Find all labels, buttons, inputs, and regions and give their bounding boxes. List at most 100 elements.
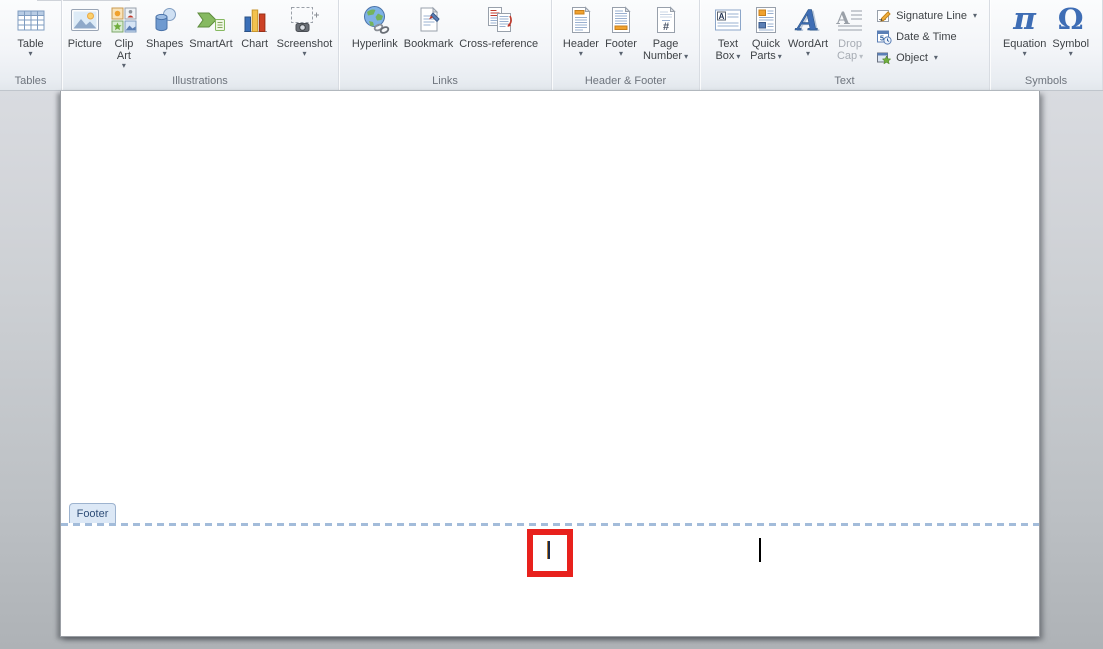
bookmark-button[interactable]: Bookmark xyxy=(401,2,457,50)
ribbon-group-links: Hyperlink Bookmark xyxy=(339,0,552,90)
dropdown-arrow-icon: ▾ xyxy=(619,50,623,59)
signature-line-icon xyxy=(876,8,892,24)
hash-glyph: # xyxy=(662,21,668,33)
clip-art-button[interactable]: Clip Art ▾ xyxy=(105,2,143,71)
symbol-button[interactable]: Ω Symbol ▾ xyxy=(1049,2,1092,59)
footer-boundary-dashed-line xyxy=(61,523,1039,526)
wordart-button[interactable]: A A WordArt ▾ xyxy=(785,2,831,59)
ribbon-group-text: A Text Box▾ Quick Parts▾ xyxy=(700,0,990,90)
word-insert-ribbon-screen: Table ▾ Tables Picture xyxy=(0,0,1103,649)
object-icon xyxy=(876,50,892,66)
dropdown-arrow-icon: ▾ xyxy=(973,11,977,20)
illustrations-group-label: Illustrations xyxy=(62,75,338,87)
shapes-icon xyxy=(149,4,181,36)
signature-line-button[interactable]: Signature Line ▾ xyxy=(873,5,980,26)
dropdown-arrow-icon: ▾ xyxy=(1023,50,1027,59)
drop-cap-label-2: Cap xyxy=(837,50,857,62)
dropdown-arrow-icon: ▾ xyxy=(28,50,32,59)
date-time-label: Date & Time xyxy=(896,31,957,43)
ribbon-group-header-footer: Header ▾ Footer ▾ xyxy=(552,0,700,90)
text-group-label: Text xyxy=(700,75,989,87)
symbols-group-label: Symbols xyxy=(990,75,1102,87)
footer-section-tab: Footer xyxy=(69,503,116,523)
cross-reference-button[interactable]: Cross-reference xyxy=(456,2,541,50)
date-time-icon: 5 xyxy=(876,29,892,45)
hyperlink-button[interactable]: Hyperlink xyxy=(349,2,401,50)
dropdown-arrow-icon: ▾ xyxy=(806,50,810,59)
dropdown-arrow-icon: ▾ xyxy=(736,52,740,61)
dropdown-arrow-icon: ▾ xyxy=(163,50,167,59)
textbox-letter-glyph: A xyxy=(719,12,725,21)
equation-pi-icon: π xyxy=(1009,4,1041,36)
hyperlink-label: Hyperlink xyxy=(352,38,398,50)
quick-parts-icon xyxy=(750,4,782,36)
picture-icon xyxy=(69,4,101,36)
cross-reference-label: Cross-reference xyxy=(459,38,538,50)
wordart-letter-glyph: A xyxy=(794,4,819,36)
equation-button[interactable]: π Equation ▾ xyxy=(1000,2,1049,59)
quick-parts-label-2: Parts xyxy=(750,50,776,62)
picture-button[interactable]: Picture xyxy=(65,2,105,50)
object-button[interactable]: Object ▾ xyxy=(873,47,980,68)
bookmark-label: Bookmark xyxy=(404,38,454,50)
hyperlink-icon xyxy=(359,4,391,36)
object-label: Object xyxy=(896,52,928,64)
dropdown-arrow-icon: ▾ xyxy=(684,52,688,61)
chart-icon xyxy=(239,4,271,36)
drop-cap-button[interactable]: A Drop Cap▾ xyxy=(831,2,869,62)
page-number-label-1: Page xyxy=(653,38,679,50)
wordart-icon: A A xyxy=(792,4,824,36)
signature-line-label: Signature Line xyxy=(896,10,967,22)
text-box-icon: A xyxy=(712,4,744,36)
chart-label: Chart xyxy=(241,38,268,50)
shapes-button[interactable]: Shapes ▾ xyxy=(143,2,186,59)
page-number-button[interactable]: # Page Number▾ xyxy=(640,2,691,62)
ribbon-insert-tab: Table ▾ Tables Picture xyxy=(0,0,1103,91)
table-button[interactable]: Table ▾ xyxy=(12,2,50,59)
smartart-icon xyxy=(195,4,227,36)
ribbon-group-illustrations: Picture Clip Art xyxy=(62,0,339,90)
drop-cap-icon: A xyxy=(834,4,866,36)
page-number-field-cursor xyxy=(547,541,550,559)
text-box-label-2: Box xyxy=(715,50,734,62)
smartart-button[interactable]: SmartArt xyxy=(186,2,235,50)
text-insertion-caret xyxy=(759,538,761,562)
bookmark-icon xyxy=(413,4,445,36)
smartart-label: SmartArt xyxy=(189,38,232,50)
screenshot-button[interactable]: Screenshot ▾ xyxy=(274,2,336,59)
dropdown-arrow-icon: ▾ xyxy=(859,52,863,61)
document-background: Footer xyxy=(0,91,1103,649)
quick-parts-button[interactable]: Quick Parts▾ xyxy=(747,2,785,62)
document-page[interactable]: Footer xyxy=(60,91,1040,637)
quick-parts-label-1: Quick xyxy=(752,38,780,50)
ribbon-group-symbols: π Equation ▾ Ω Symbol ▾ Symbols xyxy=(990,0,1103,90)
drop-cap-label-1: Drop xyxy=(838,38,862,50)
header-button[interactable]: Header ▾ xyxy=(560,2,602,59)
footer-tab-label: Footer xyxy=(77,508,109,520)
cross-reference-icon xyxy=(483,4,515,36)
red-highlight-box xyxy=(527,529,573,577)
dropdown-arrow-icon: ▾ xyxy=(122,62,126,71)
clip-art-icon xyxy=(108,4,140,36)
table-icon xyxy=(15,4,47,36)
header-icon xyxy=(565,4,597,36)
tables-group-label: Tables xyxy=(0,75,61,87)
picture-label: Picture xyxy=(68,38,102,50)
dropdown-arrow-icon: ▾ xyxy=(778,52,782,61)
page-number-icon: # xyxy=(650,4,682,36)
footer-button[interactable]: Footer ▾ xyxy=(602,2,640,59)
header-footer-group-label: Header & Footer xyxy=(552,75,699,87)
chart-button[interactable]: Chart xyxy=(236,2,274,50)
clip-art-label-1: Clip xyxy=(114,38,133,50)
dropdown-arrow-icon: ▾ xyxy=(1069,50,1073,59)
date-time-button[interactable]: 5 Date & Time xyxy=(873,26,980,47)
symbol-omega-icon: Ω xyxy=(1055,4,1087,36)
screenshot-icon xyxy=(288,4,320,36)
page-number-label-2: Number xyxy=(643,50,682,62)
text-box-label-1: Text xyxy=(718,38,738,50)
ribbon-group-tables: Table ▾ Tables xyxy=(0,0,62,90)
text-box-button[interactable]: A Text Box▾ xyxy=(709,2,747,62)
links-group-label: Links xyxy=(339,75,551,87)
footer-icon xyxy=(605,4,637,36)
dropdown-arrow-icon: ▾ xyxy=(934,53,938,62)
